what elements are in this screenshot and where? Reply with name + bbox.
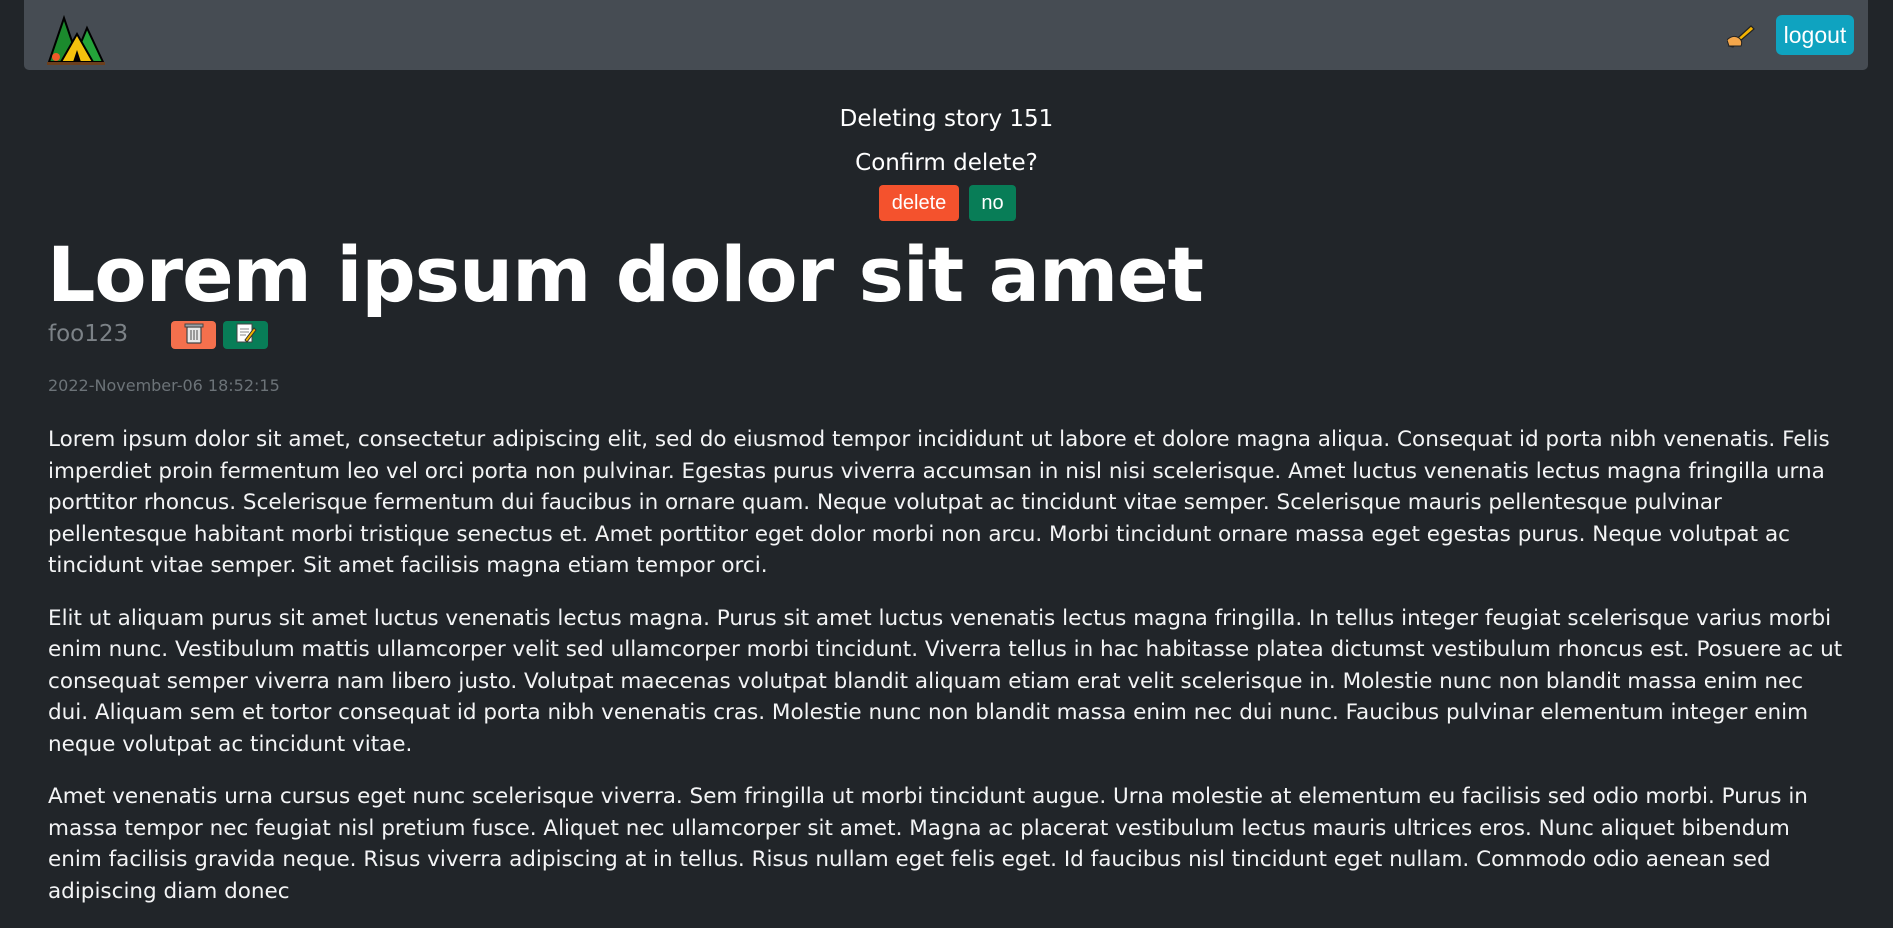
- story-paragraph: Lorem ipsum dolor sit amet, consectetur …: [48, 427, 1830, 578]
- cancel-delete-button[interactable]: no: [969, 185, 1016, 221]
- logout-button[interactable]: logout: [1776, 15, 1854, 55]
- edit-story-button[interactable]: [223, 321, 268, 349]
- story-content: Lorem ipsum dolor sit amet, consectetur …: [48, 424, 1848, 928]
- story-timestamp: 2022-November-06 18:52:15: [48, 376, 280, 395]
- story-paragraph: Amet venenatis urna cursus eget nunc sce…: [48, 784, 1808, 904]
- delete-story-button[interactable]: [171, 321, 216, 349]
- deleting-story-text: Deleting story 151: [839, 106, 1054, 132]
- confirm-delete-question: Confirm delete?: [855, 150, 1038, 176]
- story-paragraph: Elit ut aliquam purus sit amet luctus ve…: [48, 605, 1843, 757]
- wastebasket-icon: [184, 322, 204, 349]
- writing-hand-icon[interactable]: [1716, 14, 1766, 56]
- campsite-icon[interactable]: [47, 10, 105, 66]
- top-navbar: logout: [24, 0, 1868, 70]
- story-title: Lorem ipsum dolor sit amet: [47, 230, 1204, 319]
- confirm-delete-button[interactable]: delete: [879, 185, 959, 221]
- memo-icon: [235, 322, 257, 349]
- confirm-actions: delete no: [879, 185, 1016, 221]
- story-author[interactable]: foo123: [48, 318, 128, 350]
